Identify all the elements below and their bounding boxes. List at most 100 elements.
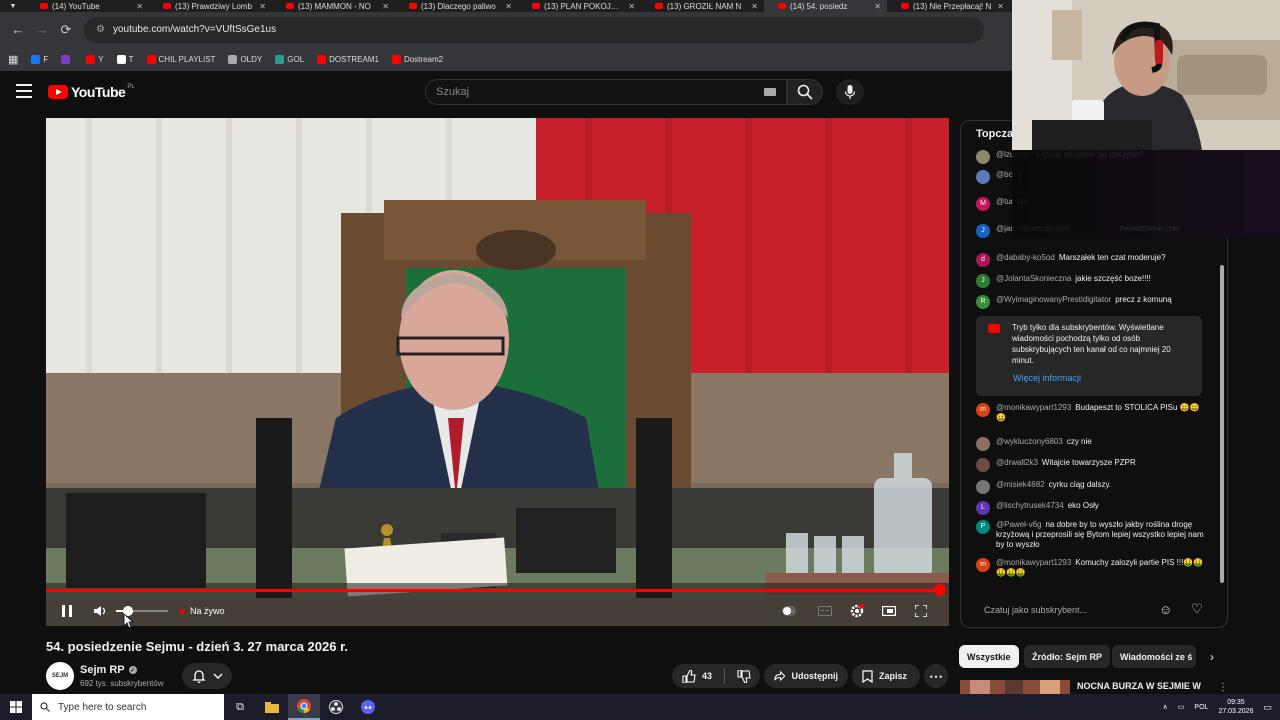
browser-tab[interactable]: (13) PLAN POKOJOW ✕ bbox=[518, 0, 641, 12]
chat-author[interactable]: @monikawypart1293 bbox=[996, 403, 1071, 412]
share-button[interactable]: Udostępnij bbox=[764, 664, 848, 688]
tab-close-icon[interactable]: ✕ bbox=[628, 2, 635, 11]
clock[interactable]: 09:35 27.03.2026 bbox=[1218, 698, 1253, 716]
reload-button[interactable]: ⟳ bbox=[54, 18, 78, 42]
subtitles-button[interactable] bbox=[816, 602, 834, 620]
live-indicator[interactable]: Na żywo bbox=[180, 602, 225, 620]
language-indicator[interactable]: POL bbox=[1194, 704, 1208, 711]
more-info-link[interactable]: Więcej informacji bbox=[1013, 373, 1081, 384]
chat-avatar[interactable] bbox=[976, 458, 990, 472]
chat-scrollbar[interactable] bbox=[1220, 265, 1224, 583]
chat-message[interactable]: m @monikawypart1293 Komuchy zalozyli parti… bbox=[976, 558, 1206, 578]
chat-avatar[interactable] bbox=[976, 150, 990, 164]
network-icon[interactable]: ▭ bbox=[1178, 703, 1185, 711]
bookmark-item[interactable]: F bbox=[31, 54, 48, 64]
chat-message[interactable]: m @monikawypart1293 Budapeszt to STOLICA P… bbox=[976, 403, 1206, 423]
recommendation-thumbnail[interactable] bbox=[960, 680, 1070, 694]
chat-message[interactable]: d @dababy-ko5od Marszałek ten czat moderuj… bbox=[976, 253, 1206, 267]
tab-close-icon[interactable]: ✕ bbox=[259, 2, 266, 11]
bookmark-item[interactable]: Y bbox=[86, 54, 104, 64]
filter-chip[interactable]: Wszystkie bbox=[959, 645, 1019, 668]
obs-button[interactable] bbox=[320, 694, 352, 720]
chrome-button[interactable] bbox=[288, 694, 320, 720]
dislike-button[interactable] bbox=[737, 669, 751, 683]
chat-avatar[interactable]: m bbox=[976, 403, 990, 417]
chat-avatar[interactable] bbox=[976, 170, 990, 184]
more-actions-button[interactable]: ⋯ bbox=[924, 664, 948, 688]
chat-avatar[interactable]: L bbox=[976, 501, 990, 515]
save-button[interactable]: Zapisz bbox=[852, 664, 920, 688]
chat-avatar[interactable]: J bbox=[976, 274, 990, 288]
browser-tab[interactable]: (14) YouTube ✕ bbox=[26, 0, 149, 12]
bookmark-item[interactable]: Dostream2 bbox=[391, 54, 443, 64]
chat-author[interactable]: @monikawypart1293 bbox=[996, 558, 1071, 567]
browser-tab[interactable]: (13) Dlaczego paliwo ✕ bbox=[395, 0, 518, 12]
chat-author[interactable]: @drwall2k3 bbox=[996, 458, 1038, 467]
chat-avatar[interactable]: J bbox=[976, 224, 990, 238]
file-explorer-button[interactable] bbox=[256, 694, 288, 720]
tab-close-icon[interactable]: ✕ bbox=[997, 2, 1004, 11]
site-settings-icon[interactable]: ⚙ bbox=[96, 24, 105, 35]
chat-avatar[interactable]: m bbox=[976, 558, 990, 572]
chat-message[interactable]: @wykluczony6803 czy nie bbox=[976, 437, 1206, 451]
tab-close-icon[interactable]: ✕ bbox=[751, 2, 758, 11]
apps-grid-icon[interactable]: ▦ bbox=[8, 53, 18, 66]
voice-search-button[interactable] bbox=[836, 79, 864, 105]
chat-author[interactable]: @Paweł-v6g bbox=[996, 520, 1041, 529]
notifications-tray-icon[interactable]: ▭ bbox=[1263, 702, 1272, 713]
recommendation-title[interactable]: NOCNA BURZA W SEJMIE W bbox=[1077, 681, 1201, 691]
chat-message[interactable]: @drwall2k3 Witajcie towarzysze PZPR bbox=[976, 458, 1206, 472]
fullscreen-button[interactable] bbox=[912, 602, 930, 620]
chat-header-title[interactable]: Topczat bbox=[976, 128, 1017, 140]
chat-message[interactable]: J @JolantaSkonieczna jakie szczęść boze!!!… bbox=[976, 274, 1206, 288]
chat-message[interactable]: @misiek4682 cyrku ciąg dalszy. bbox=[976, 480, 1206, 494]
emoji-icon[interactable]: ☺ bbox=[1159, 602, 1172, 617]
channel-name-row[interactable]: Sejm RP ✓ bbox=[80, 664, 137, 676]
chat-message[interactable]: R @WyimaginowanyPrestidigitator precz z ko… bbox=[976, 295, 1206, 309]
browser-tab[interactable]: (13) GROZIŁ NAM N ✕ bbox=[641, 0, 764, 12]
bookmark-item[interactable]: T bbox=[116, 54, 134, 64]
theater-mode-button[interactable] bbox=[880, 602, 898, 620]
chat-avatar[interactable]: d bbox=[976, 253, 990, 267]
tab-close-icon[interactable]: ✕ bbox=[505, 2, 512, 11]
youtube-logo[interactable]: YouTube PL bbox=[48, 84, 135, 100]
channel-name[interactable]: Sejm RP bbox=[80, 664, 125, 676]
heart-reaction-icon[interactable]: ♡ bbox=[1191, 601, 1203, 617]
notifications-button[interactable] bbox=[182, 663, 232, 689]
chat-message[interactable]: P @Paweł-v6g na dobre by to wyszło jakby r… bbox=[976, 520, 1206, 550]
tab-close-icon[interactable]: ✕ bbox=[382, 2, 389, 11]
search-button[interactable] bbox=[787, 79, 823, 105]
discord-button[interactable] bbox=[352, 694, 384, 720]
like-button[interactable]: 43 bbox=[682, 669, 712, 683]
start-button[interactable] bbox=[0, 694, 32, 720]
address-input[interactable]: ⚙ youtube.com/watch?v=VUftSsGe1us bbox=[84, 16, 984, 43]
settings-button[interactable] bbox=[848, 602, 866, 620]
filter-chip[interactable]: Wiadomości ze ś bbox=[1112, 645, 1196, 668]
bookmark-item[interactable]: CHIL PLAYLIST bbox=[146, 54, 215, 64]
chat-avatar[interactable]: R bbox=[976, 295, 990, 309]
taskbar-search[interactable]: Type here to search bbox=[32, 694, 224, 720]
tab-close-icon[interactable]: ✕ bbox=[136, 2, 143, 11]
browser-tab[interactable]: (13) Prawdziwy Lomb ✕ bbox=[149, 0, 272, 12]
chevron-right-icon[interactable]: › bbox=[1204, 648, 1220, 666]
chat-author[interactable]: @JolantaSkonieczna bbox=[996, 274, 1071, 283]
search-input[interactable]: Szukaj bbox=[425, 79, 787, 105]
chat-input[interactable]: Czatuj jako subskrybent... bbox=[976, 598, 1154, 622]
bookmark-item[interactable] bbox=[61, 54, 73, 64]
channel-avatar[interactable]: SEJM bbox=[46, 662, 74, 690]
autoplay-toggle[interactable] bbox=[780, 602, 798, 620]
browser-tab[interactable]: (14) 54. posiedz ✕ bbox=[764, 0, 887, 12]
chat-author[interactable]: @bo bbox=[996, 170, 1013, 179]
tab-search-chevron-icon[interactable]: ▼ bbox=[0, 0, 26, 12]
browser-tab[interactable]: (13) MAMMON - NO ✕ bbox=[272, 0, 395, 12]
chat-author[interactable]: @misiek4682 bbox=[996, 480, 1045, 489]
more-vertical-icon[interactable]: ⋮ bbox=[1218, 682, 1228, 693]
menu-hamburger-icon[interactable] bbox=[16, 84, 32, 98]
bookmark-item[interactable]: DOSTREAM1 bbox=[317, 54, 379, 64]
chat-author[interactable]: @tur bbox=[996, 197, 1013, 206]
browser-tab[interactable]: (13) Nie Przepłacaj! N ✕ bbox=[887, 0, 1010, 12]
chat-avatar[interactable]: P bbox=[976, 520, 990, 534]
chat-message[interactable]: L @lischytrusek4734 eko Osły bbox=[976, 501, 1206, 515]
mute-button[interactable] bbox=[92, 602, 110, 620]
chat-author[interactable]: @wykluczony6803 bbox=[996, 437, 1063, 446]
